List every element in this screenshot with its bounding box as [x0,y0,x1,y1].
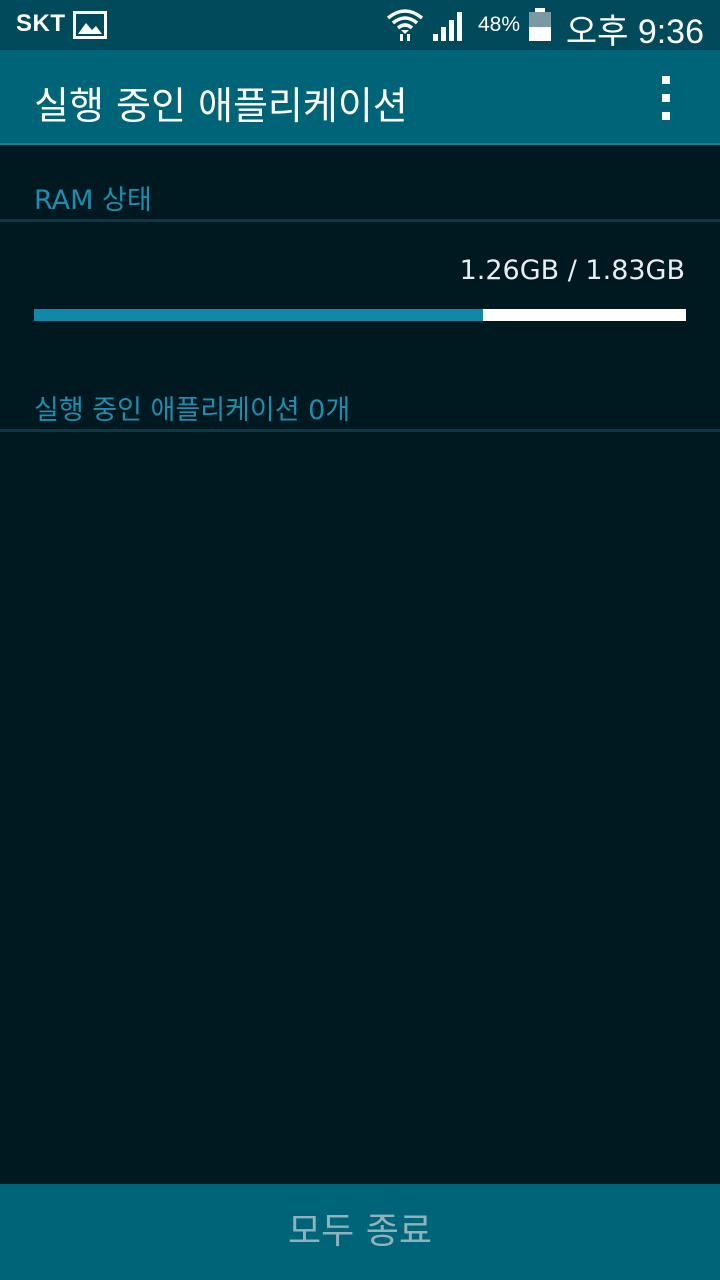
battery-percent: 48% [478,13,521,36]
status-bar: SKT 48% 오후 9:36 [0,0,720,51]
signal-icon [433,12,462,41]
more-options-button[interactable] [642,70,690,126]
wifi-icon [386,9,424,41]
screen: SKT 48% 오후 9:36 실행 중인 애플리케이션 RAM 상태 1.26… [0,0,720,1280]
action-bar: 실행 중인 애플리케이션 [0,50,720,145]
running-apps-count-label: 실행 중인 애플리케이션 0개 [34,395,351,426]
more-vert-icon-dot [662,94,670,102]
end-all-button[interactable]: 모두 종료 [0,1184,720,1280]
ram-usage-bar-fill [34,309,483,321]
battery-icon [529,8,551,41]
carrier-label: SKT [16,10,66,37]
clock: 오후 9:36 [565,13,704,51]
more-vert-icon-dot [662,112,670,120]
ram-section-header: RAM 상태 [0,178,720,224]
section-divider [0,429,720,432]
page-title: 실행 중인 애플리케이션 [34,84,408,128]
gallery-icon [73,11,107,39]
more-vert-icon [662,76,670,84]
ram-usage-bar [34,309,686,321]
ram-usage-text: 1.26GB / 1.83GB [459,255,685,286]
running-apps-section-header: 실행 중인 애플리케이션 0개 [0,388,720,434]
ram-section-label: RAM 상태 [34,185,152,216]
section-divider [0,219,720,222]
